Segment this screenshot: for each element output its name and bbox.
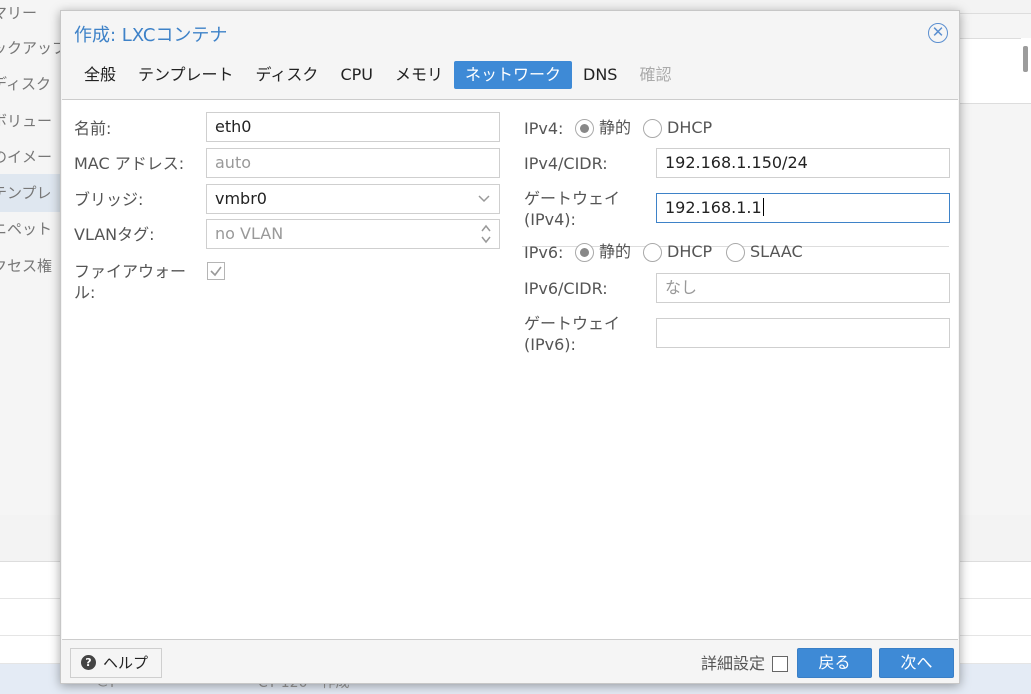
ipv6-static-radio[interactable] [575,243,594,262]
bridge-label: ブリッジ: [74,190,144,209]
name-label: 名前: [74,119,112,138]
vlan-tag-input[interactable]: no VLAN [206,219,500,249]
dialog-title: 作成: LXCコンテナ [74,25,228,46]
ipv4-gateway-value: 192.168.1.1 [665,198,762,217]
ipv6-static-label[interactable]: 静的 [599,241,631,262]
firewall-label-line1: ファイアウォー [74,262,187,281]
advanced-checkbox[interactable] [772,656,788,672]
create-lxc-dialog: 作成: LXCコンテナ ✕ 全般 テンプレート ディスク CPU メモリ ネット… [60,10,960,684]
ipv4-static-label[interactable]: 静的 [599,117,631,138]
sidebar-item[interactable]: クセス権 [0,247,62,285]
ipv4-dhcp-label[interactable]: DHCP [667,117,712,138]
sidebar-item[interactable]: ックアップ [0,29,62,67]
background-scrollbar-thumb[interactable] [1023,46,1028,72]
back-button[interactable]: 戻る [797,648,872,678]
firewall-label-line2: ル: [74,283,96,302]
spinner-icon[interactable] [480,223,492,245]
ipv4-gateway-label-line1: ゲートウェイ [524,189,621,208]
mac-address-input[interactable]: auto [206,148,500,178]
ipv4-gateway-label-line2: (IPv4): [524,210,576,229]
background-sidebar: マリー ックアップ ディスク ボリュー のイメー テンプレ ニペット クセス権 [0,0,62,515]
vlan-tag-placeholder: no VLAN [215,224,284,243]
chevron-down-icon[interactable] [477,191,491,205]
ipv6-cidr-label: IPv6/CIDR: [524,279,608,298]
help-button[interactable]: ? ヘルプ [70,648,162,678]
vlan-label: VLANタグ: [74,225,155,244]
tab-template[interactable]: テンプレート [127,61,245,89]
sidebar-item[interactable]: のイメー [0,138,62,176]
ipv6-slaac-label[interactable]: SLAAC [750,241,803,262]
tab-cpu[interactable]: CPU [329,61,384,89]
ipv4-static-radio[interactable] [575,119,594,138]
text-cursor [762,198,765,216]
ipv6-label: IPv6: [524,243,564,262]
question-circle-icon: ? [81,655,96,670]
wizard-tabs: 全般 テンプレート ディスク CPU メモリ ネットワーク DNS 確認 [73,61,682,89]
checkmark-icon [210,266,222,277]
sidebar-item[interactable]: ボリュー [0,102,62,140]
help-button-label: ヘルプ [103,654,149,672]
name-input[interactable]: eth0 [206,112,500,142]
ipv4-gateway-label: ゲートウェイ (IPv4): [524,188,620,230]
ipv6-gateway-input[interactable] [656,318,950,348]
tab-disk[interactable]: ディスク [245,61,330,89]
ipv4-cidr-input[interactable]: 192.168.1.150/24 [656,148,950,178]
advanced-label: 詳細設定 [701,654,766,673]
tab-dns[interactable]: DNS [572,61,628,89]
tab-general[interactable]: 全般 [73,61,127,89]
sidebar-item[interactable]: マリー [0,0,62,32]
firewall-checkbox[interactable] [207,262,225,280]
ipv6-gateway-label-line2: (IPv6): [524,335,576,354]
sidebar-item[interactable]: ニペット [0,210,62,248]
ipv4-dhcp-radio[interactable] [643,119,662,138]
ipv6-slaac-radio[interactable] [726,243,745,262]
ipv4-cidr-label: IPv4/CIDR: [524,154,608,173]
dialog-footer: ? ヘルプ 詳細設定 戻る 次へ [61,641,959,683]
next-button[interactable]: 次へ [879,648,954,678]
ipv4-gateway-input[interactable]: 192.168.1.1 [656,193,950,223]
ipv6-cidr-input[interactable]: なし [656,273,950,303]
ipv6-gateway-label-line1: ゲートウェイ [524,314,621,333]
ipv6-gateway-label: ゲートウェイ (IPv6): [524,313,620,355]
firewall-label: ファイアウォー ル: [74,261,186,303]
bridge-select-value: vmbr0 [215,189,267,208]
ipv4-label: IPv4: [524,119,564,138]
tab-confirm: 確認 [639,65,672,84]
close-icon[interactable]: ✕ [928,23,948,43]
ipv6-dhcp-label[interactable]: DHCP [667,241,712,262]
sidebar-item[interactable]: ディスク [0,65,62,103]
ipv6-dhcp-radio[interactable] [643,243,662,262]
tab-network[interactable]: ネットワーク [453,61,572,89]
sidebar-item-active[interactable]: テンプレ [0,174,62,212]
network-panel: 名前: eth0 MAC アドレス: auto ブリッジ: vmbr0 VLAN… [62,99,958,640]
tab-memory[interactable]: メモリ [384,61,454,89]
bridge-select[interactable]: vmbr0 [206,184,500,214]
mac-label: MAC アドレス: [74,154,185,173]
